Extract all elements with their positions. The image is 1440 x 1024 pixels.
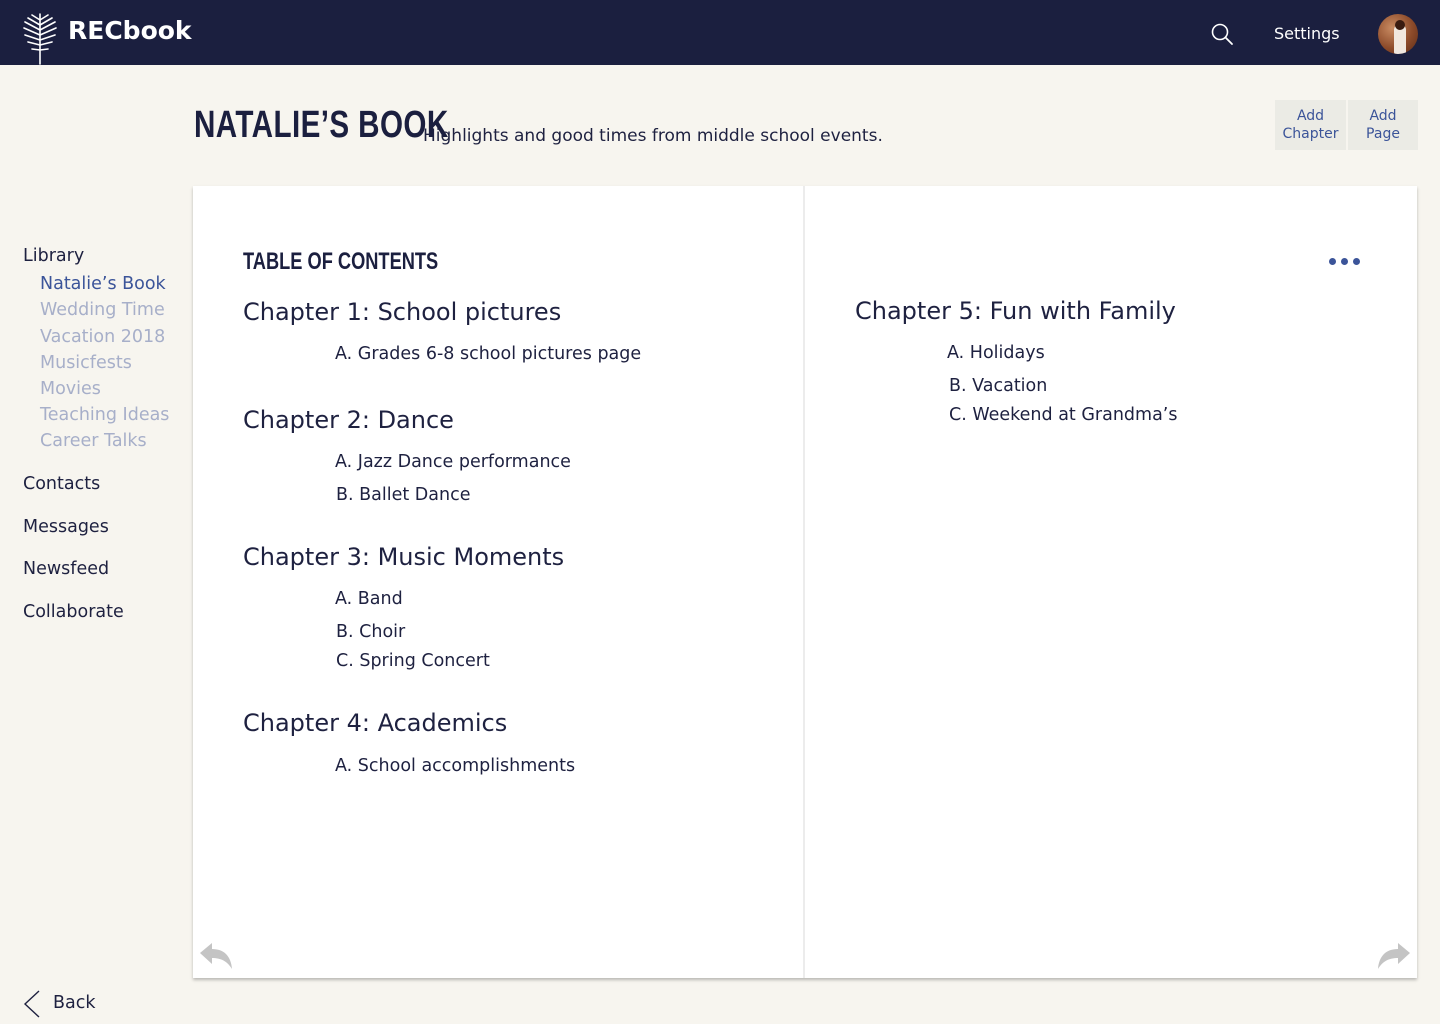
more-options-icon[interactable] [1329,258,1361,268]
chapter-3-title[interactable]: Chapter 3: Music Moments [243,543,564,571]
chapter-4-entry-a[interactable]: A. School accomplishments [335,756,575,776]
more-dot [1353,258,1360,265]
search-icon[interactable] [1210,22,1234,46]
chapter-1-entry-a[interactable]: A. Grades 6-8 school pictures page [335,344,641,364]
library-item-movies[interactable]: Movies [40,379,101,399]
library-item-wedding-time[interactable]: Wedding Time [40,300,165,320]
add-chapter-label-line1: Add [1296,108,1325,124]
sidebar-item-messages[interactable]: Messages [23,517,109,537]
chapter-3-entry-a[interactable]: A. Band [335,589,403,609]
top-bar: RECbook Settings [0,0,1440,65]
chapter-5-entry-b[interactable]: B. Vacation [949,376,1047,396]
chapter-1-title[interactable]: Chapter 1: School pictures [243,298,561,326]
page-subtitle: Highlights and good times from middle sc… [423,126,883,146]
more-dot [1341,258,1348,265]
library-item-teaching-ideas[interactable]: Teaching Ideas [40,405,169,425]
library-item-musicfests[interactable]: Musicfests [40,353,132,373]
prev-page-arrow-icon[interactable] [198,941,234,971]
add-page-label-line1: Add [1369,108,1397,124]
chapter-2-entry-b[interactable]: B. Ballet Dance [336,485,470,505]
chapter-5-entry-a[interactable]: A. Holidays [947,343,1045,363]
app-name[interactable]: RECbook [68,16,192,45]
user-avatar[interactable] [1378,14,1418,54]
add-chapter-label-line2: Chapter [1282,126,1339,142]
library-item-natalies-book[interactable]: Natalie’s Book [40,274,166,294]
page-title: NATALIE’S BOOK [194,104,449,146]
chapter-3-entry-c[interactable]: C. Spring Concert [336,651,490,671]
avatar-head [1395,20,1405,30]
add-page-button[interactable]: Add Page [1348,100,1418,150]
more-dot [1329,258,1336,265]
sidebar-item-collaborate[interactable]: Collaborate [23,602,124,622]
chapter-5-title[interactable]: Chapter 5: Fun with Family [855,297,1176,325]
next-page-arrow-icon[interactable] [1376,941,1412,971]
sidebar-item-newsfeed[interactable]: Newsfeed [23,559,109,579]
sidebar-item-library[interactable]: Library [23,246,84,266]
toc-heading: TABLE OF CONTENTS [243,248,439,275]
chapter-2-title[interactable]: Chapter 2: Dance [243,406,454,434]
library-item-vacation-2018[interactable]: Vacation 2018 [40,327,165,347]
library-item-career-talks[interactable]: Career Talks [40,431,147,451]
add-page-label-line2: Page [1366,126,1400,142]
chapter-3-entry-b[interactable]: B. Choir [336,622,405,642]
chapter-5-entry-c[interactable]: C. Weekend at Grandma’s [949,405,1177,425]
palm-leaf-logo-icon[interactable] [22,12,58,66]
open-book: TABLE OF CONTENTS Chapter 1: School pict… [193,186,1417,978]
add-chapter-button[interactable]: Add Chapter [1275,100,1346,150]
back-label: Back [53,993,96,1013]
sidebar-item-contacts[interactable]: Contacts [23,474,100,494]
chevron-left-icon [23,990,40,1018]
settings-link[interactable]: Settings [1274,24,1340,43]
chapter-2-entry-a[interactable]: A. Jazz Dance performance [335,452,571,472]
chapter-4-title[interactable]: Chapter 4: Academics [243,709,507,737]
book-spine [803,186,805,978]
